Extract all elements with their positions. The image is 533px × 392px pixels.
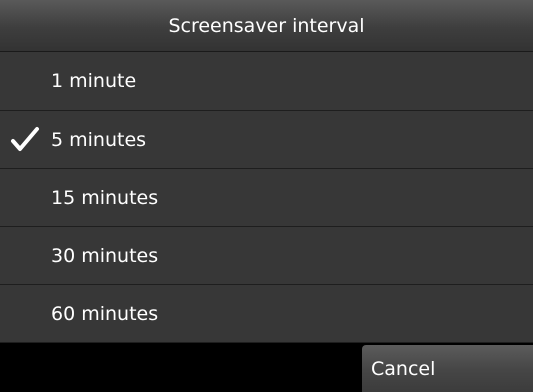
option-label: 5 minutes (51, 128, 147, 151)
option-30-minutes[interactable]: 30 minutes (0, 227, 533, 285)
option-5-minutes[interactable]: 5 minutes (0, 111, 533, 169)
cancel-button[interactable]: Cancel (362, 345, 533, 392)
checkmark-icon (11, 126, 39, 151)
dialog-button-bar: Cancel (0, 344, 533, 392)
option-label: 30 minutes (51, 244, 159, 267)
option-1-minute[interactable]: 1 minute (0, 52, 533, 111)
option-15-minutes[interactable]: 15 minutes (0, 169, 533, 227)
option-60-minutes[interactable]: 60 minutes (0, 285, 533, 343)
dialog-title-bar: Screensaver interval (0, 0, 533, 52)
screensaver-interval-dialog: Screensaver interval 1 minute 5 minutes … (0, 0, 533, 392)
interval-option-list: 1 minute 5 minutes 15 minutes 30 minutes… (0, 52, 533, 343)
option-label: 1 minute (51, 70, 137, 92)
dialog-title: Screensaver interval (168, 14, 365, 37)
option-label: 15 minutes (51, 186, 159, 209)
option-label: 60 minutes (51, 302, 159, 325)
